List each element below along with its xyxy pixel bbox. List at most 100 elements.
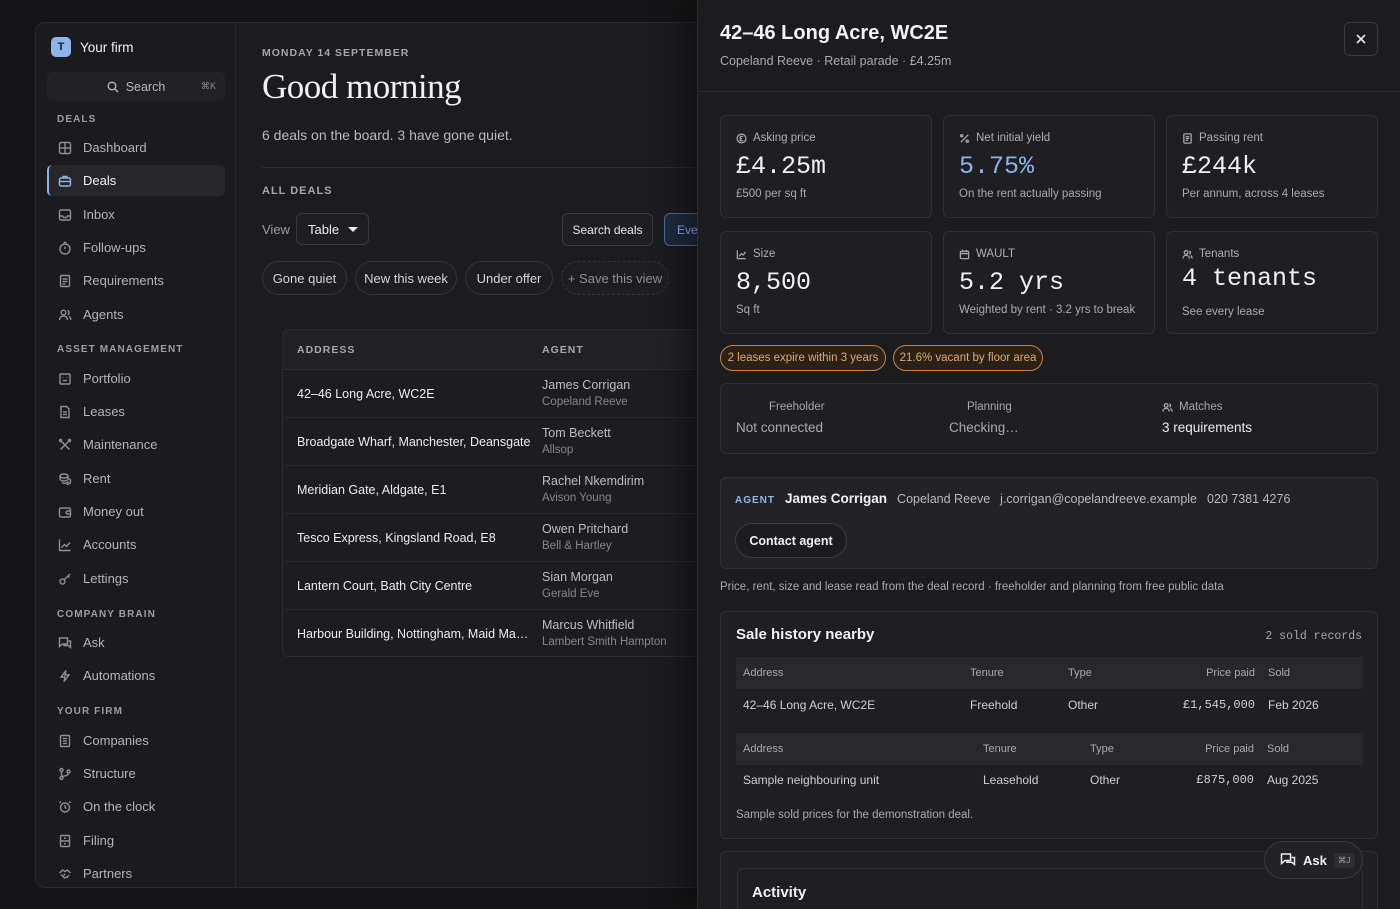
deal-address: Harbour Building, Nottingham, Maid Maria…	[297, 627, 542, 641]
table-header: ADDRESS AGENT	[283, 330, 751, 370]
sidebar-item-label: Ask	[83, 635, 105, 650]
sidebar-item-leases[interactable]: Leases	[47, 396, 225, 427]
percent-icon	[960, 133, 969, 143]
matches-info[interactable]: Matches 3 requirements	[1162, 401, 1252, 435]
sold-records-count: 2 sold records	[1265, 630, 1362, 643]
view-select[interactable]: Table	[296, 213, 369, 245]
sidebar-item-maintenance[interactable]: Maintenance	[47, 429, 225, 460]
table-row[interactable]: Broadgate Wharf, Manchester, Deansgate T…	[283, 418, 751, 466]
table-row[interactable]: Lantern Court, Bath City Centre Sian Mor…	[283, 562, 751, 610]
coin-icon	[736, 132, 747, 144]
sidebar-item-dashboard[interactable]: Dashboard	[47, 132, 225, 163]
column-header-agent[interactable]: AGENT	[542, 344, 584, 356]
sale-history-note: Sample sold prices for the demonstration…	[736, 809, 974, 821]
chat-icon	[1280, 853, 1296, 867]
table-row[interactable]: 42–46 Long Acre, WC2E James Corrigan Cope…	[283, 370, 751, 418]
section-label-company-brain: COMPANY BRAIN	[57, 609, 156, 620]
sale-price: £875,000	[1196, 773, 1254, 787]
greeting-heading: Good morning	[262, 67, 462, 106]
inbox-icon	[58, 208, 72, 221]
firm-avatar: T	[51, 37, 71, 57]
calendar-icon	[959, 249, 970, 259]
deal-title: 42–46 Long Acre, WC2E	[720, 22, 949, 44]
see-every-lease-link[interactable]: See every lease	[1182, 306, 1264, 318]
divider	[698, 91, 1400, 92]
sidebar-item-deals[interactable]: Deals	[47, 165, 225, 196]
sidebar-item-rent[interactable]: Rent	[47, 463, 225, 494]
sidebar-item-label: Follow-ups	[83, 240, 146, 255]
stat-tenants[interactable]: Tenants 4 tenants See every lease	[1166, 231, 1378, 334]
sidebar-item-label: Structure	[83, 766, 136, 781]
sidebar-item-companies[interactable]: Companies	[47, 725, 225, 756]
table-row: Sample neighbouring unit Leasehold Other…	[736, 764, 1363, 796]
sidebar-item-on-the-clock[interactable]: On the clock	[47, 791, 225, 822]
ask-button[interactable]: Ask ⌘J	[1264, 841, 1363, 879]
public-data-card: Freeholder Not connected Planning Checki…	[720, 383, 1378, 454]
table-row[interactable]: Tesco Express, Kingsland Road, E8 Owen P…	[283, 514, 751, 562]
sidebar-item-requirements[interactable]: Requirements	[47, 265, 225, 296]
sidebar-item-label: Accounts	[83, 537, 137, 552]
sidebar-item-filing[interactable]: Filing	[47, 825, 225, 856]
sidebar-item-portfolio[interactable]: Portfolio	[47, 363, 225, 394]
people-icon	[58, 309, 72, 320]
agent-email[interactable]: j.corrigan@copelandreeve.example	[1000, 492, 1197, 506]
filter-chip-under-offer[interactable]: Under offer	[465, 261, 553, 295]
sale-date: Feb 2026	[1268, 698, 1319, 712]
column-header-type: Type	[1090, 743, 1114, 755]
office-icon	[59, 734, 71, 747]
stat-note: Weighted by rent · 3.2 yrs to break	[959, 304, 1136, 316]
stat-label: Size	[753, 248, 776, 260]
sidebar-item-follow-ups[interactable]: Follow-ups	[47, 232, 225, 263]
warning-badge-vacancy: 21.6% vacant by floor area	[893, 345, 1043, 371]
sidebar-item-partners[interactable]: Partners	[47, 858, 225, 887]
filter-chip-gone-quiet[interactable]: Gone quiet	[262, 261, 347, 295]
activity-section: Activity	[737, 868, 1363, 909]
sidebar-item-inbox[interactable]: Inbox	[47, 199, 225, 230]
sidebar-item-accounts[interactable]: Accounts	[47, 529, 225, 560]
column-header-tenure: Tenure	[970, 667, 1004, 679]
sidebar-item-label: Requirements	[83, 273, 164, 288]
column-header-price-paid: Price paid	[1205, 743, 1254, 755]
briefcase-icon	[58, 175, 72, 187]
contact-agent-button[interactable]: Contact agent	[735, 523, 847, 558]
save-view-chip[interactable]: + Save this view	[561, 261, 669, 295]
info-label: Planning	[967, 401, 1012, 413]
people-icon	[1182, 249, 1193, 259]
sidebar-item-agents[interactable]: Agents	[47, 299, 225, 330]
firm-switcher[interactable]: T Your firm	[51, 36, 134, 58]
line-chart-icon	[58, 539, 71, 551]
data-source-note: Price, rent, size and lease read from th…	[720, 581, 1224, 593]
document-icon	[60, 405, 70, 418]
sidebar-item-money-out[interactable]: Money out	[47, 496, 225, 527]
ask-shortcut: ⌘J	[1333, 852, 1355, 868]
stat-asking-price: Asking price £4.25m £500 per sq ft	[720, 115, 932, 218]
search-deals-button[interactable]: Search deals	[562, 213, 653, 246]
ask-label: Ask	[1303, 852, 1327, 868]
caret-down-icon	[348, 227, 358, 232]
table-row[interactable]: Harbour Building, Nottingham, Maid Maria…	[283, 610, 751, 656]
close-button[interactable]	[1344, 22, 1378, 56]
sale-history-title: Sale history nearby	[736, 626, 875, 643]
sidebar-item-automations[interactable]: Automations	[47, 660, 225, 691]
table-row: 42–46 Long Acre, WC2E Freehold Other £1,…	[736, 689, 1363, 721]
deal-address: Broadgate Wharf, Manchester, Deansgate	[297, 434, 531, 449]
table-row[interactable]: Meridian Gate, Aldgate, E1 Rachel Nkemdi…	[283, 466, 751, 514]
sidebar-item-ask[interactable]: Ask	[47, 627, 225, 658]
sale-history-card: Sale history nearby 2 sold records Addre…	[720, 611, 1378, 839]
cabinet-icon	[59, 834, 71, 847]
firm-name: Your firm	[80, 39, 134, 55]
column-header-address[interactable]: ADDRESS	[283, 344, 542, 356]
agent-phone[interactable]: 020 7381 4276	[1207, 492, 1290, 506]
sidebar-item-label: Deals	[83, 173, 117, 188]
sidebar-item-structure[interactable]: Structure	[47, 758, 225, 789]
agent-company: Copeland Reeve	[897, 492, 991, 506]
sidebar-item-lettings[interactable]: Lettings	[47, 563, 225, 594]
stat-note: Sq ft	[736, 304, 760, 316]
deals-summary: 6 deals on the board. 3 have gone quiet.	[262, 127, 513, 143]
sidebar-search[interactable]: Search ⌘K	[47, 72, 225, 101]
stat-value: 5.75%	[959, 152, 1035, 181]
deal-subtitle: Copeland Reeve · Retail parade · £4.25m	[720, 54, 952, 68]
filter-chip-new-this-week[interactable]: New this week	[355, 261, 457, 295]
stat-net-initial-yield: Net initial yield 5.75% On the rent actu…	[943, 115, 1155, 218]
close-icon	[1356, 34, 1366, 44]
